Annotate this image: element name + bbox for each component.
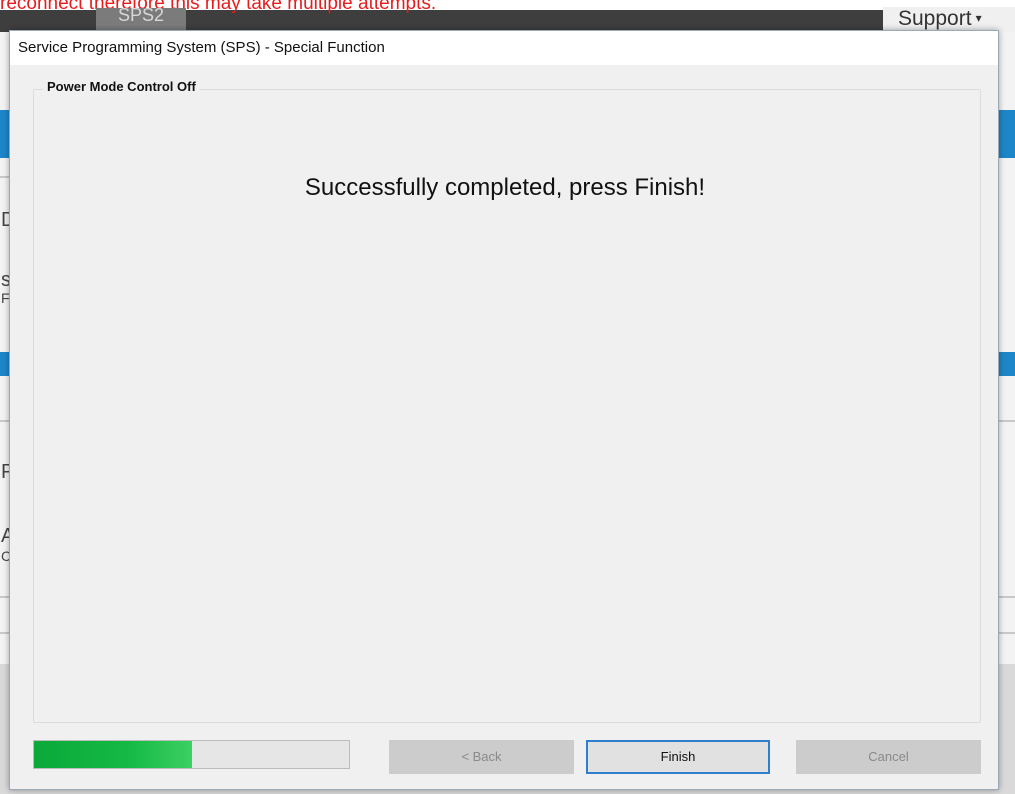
cancel-button[interactable]: Cancel: [796, 740, 981, 774]
status-message: Successfully completed, press Finish!: [304, 174, 706, 201]
finish-button[interactable]: Finish: [586, 740, 770, 774]
support-menu-label: Support: [898, 7, 972, 30]
background-app-tab[interactable]: SPS2: [96, 8, 186, 32]
annotation-note: reconnect therefore this may take multip…: [0, 0, 437, 14]
screen: reconnect therefore this may take multip…: [0, 0, 1015, 794]
dialog-titlebar[interactable]: Service Programming System (SPS) - Speci…: [10, 31, 998, 65]
progress-bar-fill: [34, 741, 192, 768]
background-divider: [999, 632, 1015, 634]
back-button[interactable]: < Back: [389, 740, 574, 774]
background-blue-bar-right-2: [999, 352, 1015, 376]
background-blue-bar-right: [999, 110, 1015, 158]
dialog-title: Service Programming System (SPS) - Speci…: [18, 39, 385, 56]
background-divider: [999, 596, 1015, 598]
special-function-dialog: Service Programming System (SPS) - Speci…: [9, 30, 999, 790]
chevron-down-icon: ▾: [975, 11, 982, 25]
background-divider: [999, 420, 1015, 422]
groupbox-label: Power Mode Control Off: [43, 79, 200, 94]
progress-bar: [33, 740, 350, 769]
